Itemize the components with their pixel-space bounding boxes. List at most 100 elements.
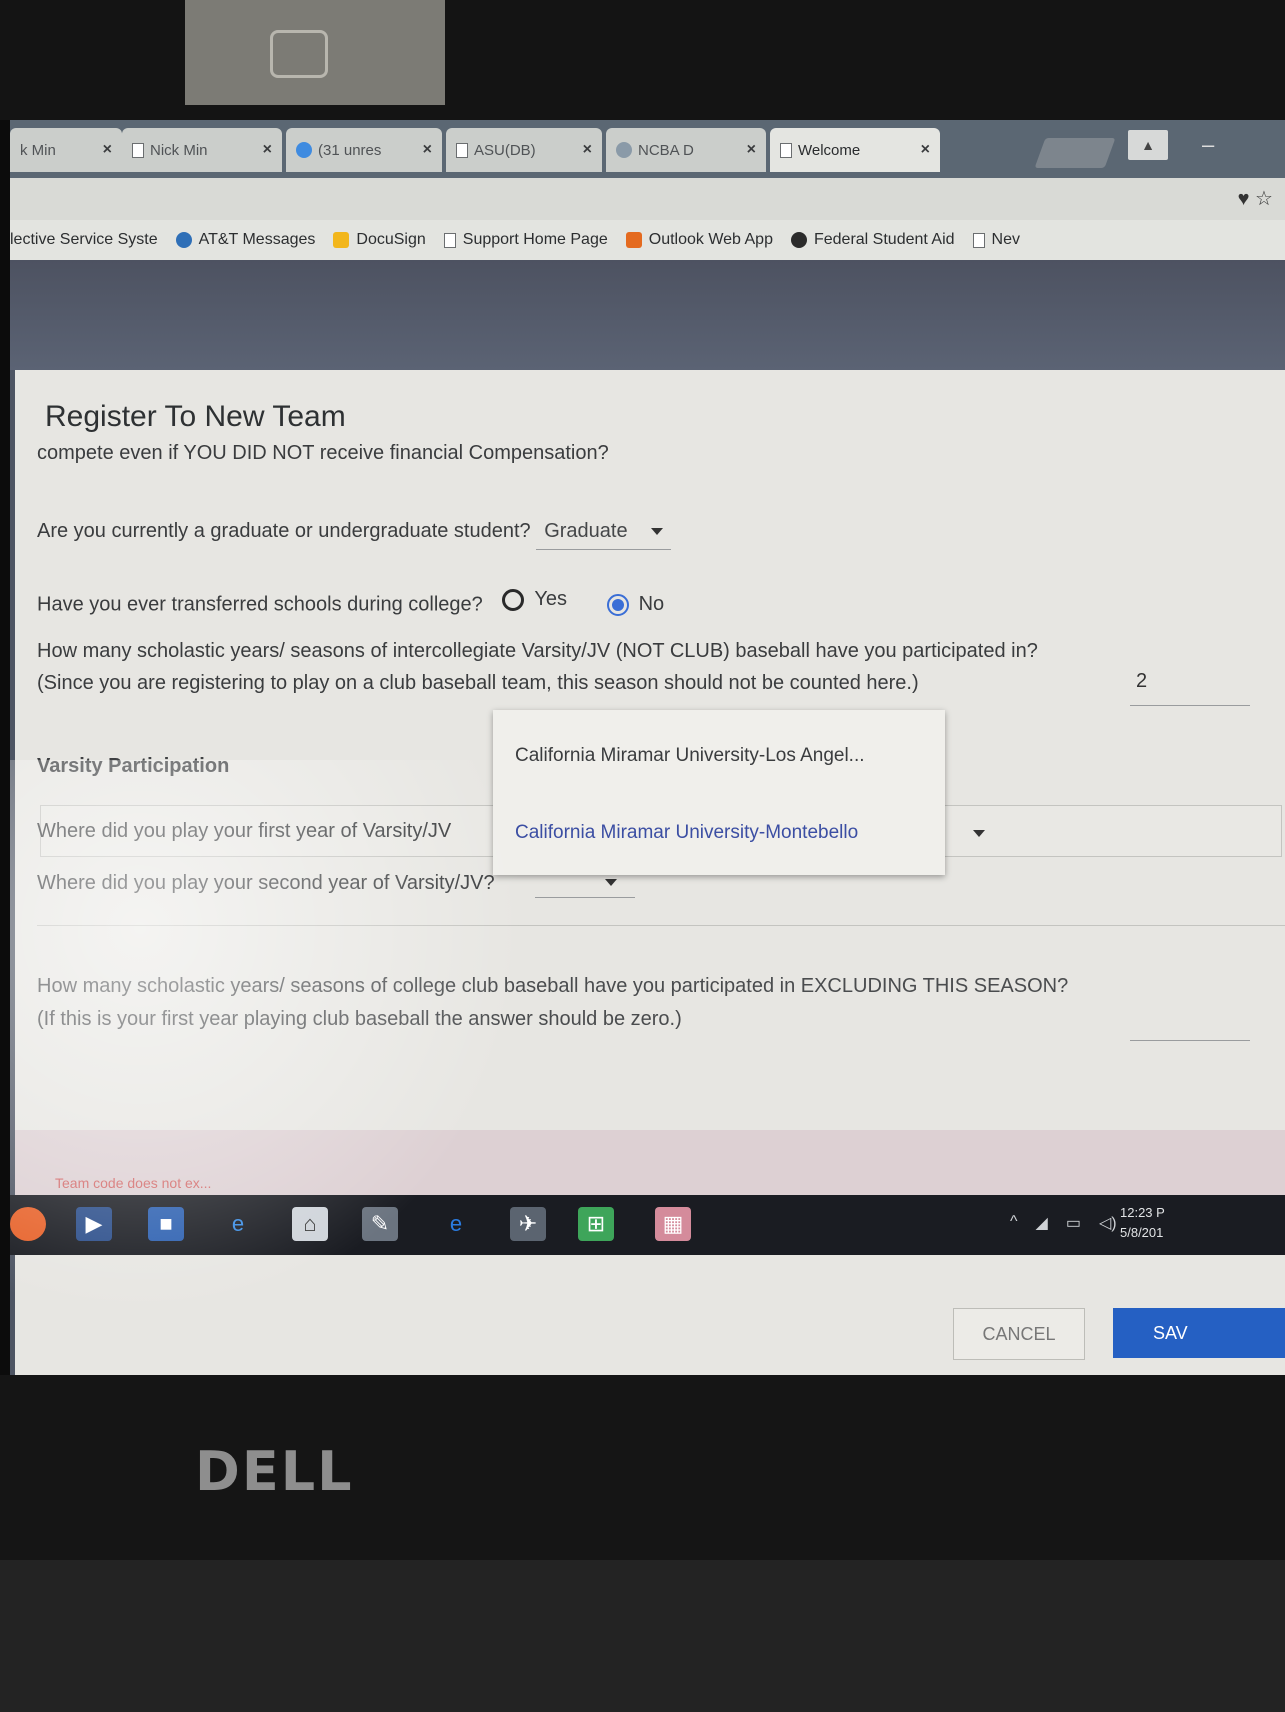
image-app-icon[interactable]: ▦	[655, 1207, 691, 1241]
section-varsity-participation: Varsity Participation	[37, 755, 230, 777]
bookmark-label: DocuSign	[356, 231, 426, 248]
edge-icon[interactable]: e	[438, 1207, 474, 1241]
facebook-icon	[296, 142, 312, 158]
close-icon[interactable]: ×	[263, 141, 272, 159]
bookmark-label: Support Home Page	[462, 231, 608, 248]
club-years-input[interactable]	[1130, 1010, 1250, 1041]
bookmark-selective-service[interactable]: lective Service Syste	[10, 231, 158, 249]
docusign-icon	[333, 232, 350, 248]
question-club-years: How many scholastic years/ seasons of co…	[37, 975, 1069, 997]
battery-icon[interactable]: ▭	[1066, 1213, 1081, 1233]
question-label: Have you ever transferred schools during…	[37, 593, 483, 616]
system-tray[interactable]: ^ ◢ ▭ ◁)	[1010, 1213, 1117, 1233]
tab-label: ASU(DB)	[474, 141, 536, 159]
tab-welcome[interactable]: Welcome ×	[770, 128, 940, 172]
close-icon[interactable]: ×	[423, 141, 432, 159]
tab-label: k Min	[20, 141, 56, 159]
bookmark-federal-aid[interactable]: Federal Student Aid	[790, 231, 955, 249]
chrome-icon[interactable]	[10, 1207, 46, 1241]
volume-icon[interactable]: ◁)	[1099, 1213, 1117, 1233]
student-level-select[interactable]: Graduate	[536, 520, 672, 550]
tab-label: (31 unres	[318, 141, 382, 159]
bookmark-support[interactable]: Support Home Page	[443, 231, 608, 249]
tab-strip: k Min × Nick Min × (31 unres × ASU(DB) ×…	[10, 120, 1285, 178]
bookmark-label: Nev	[991, 231, 1020, 248]
tab-1[interactable]: k Min ×	[10, 128, 122, 172]
page-header	[10, 260, 1285, 370]
question-club-note: (If this is your first year playing club…	[37, 1008, 682, 1030]
radio-unchecked-icon	[502, 588, 525, 611]
page-icon	[456, 142, 468, 158]
bookmarks-bar: lective Service Syste AT&T Messages Docu…	[10, 220, 1285, 260]
internet-explorer-icon[interactable]: e	[220, 1207, 256, 1241]
dropdown-option-los-angeles[interactable]: California Miramar University-Los Angel.…	[515, 745, 865, 767]
question-varsity-note: (Since you are registering to play on a …	[37, 672, 919, 694]
taskbar-clock[interactable]: 12:23 P 5/8/201	[1120, 1203, 1165, 1243]
question-varsity-years: How many scholastic years/ seasons of in…	[37, 640, 1038, 662]
bookmark-new[interactable]: Nev	[972, 231, 1020, 249]
tab-label: Welcome	[798, 141, 861, 159]
clock-time: 12:23 P	[1120, 1205, 1165, 1220]
laptop-base	[0, 1560, 1285, 1712]
dell-logo: DELL	[195, 1440, 354, 1503]
page-icon	[972, 232, 985, 248]
window-icon[interactable]: ■	[148, 1207, 184, 1241]
school-dropdown-menu: California Miramar University-Los Angel.…	[493, 710, 945, 875]
bookmark-star-icon[interactable]: ♥ ☆	[1238, 186, 1273, 211]
store-icon[interactable]: ⌂	[292, 1207, 328, 1241]
radio-checked-icon	[606, 593, 629, 616]
network-icon[interactable]: ◢	[1036, 1213, 1048, 1233]
dialog-title: Register To New Team	[45, 400, 346, 433]
profile-icon[interactable]: ▲	[1128, 130, 1168, 160]
tab-3[interactable]: (31 unres ×	[286, 128, 442, 172]
bookmark-att[interactable]: AT&T Messages	[175, 231, 316, 249]
close-icon[interactable]: ×	[747, 141, 756, 159]
radio-label: Yes	[534, 588, 568, 610]
error-message: Team code does not ex...	[55, 1175, 212, 1191]
tab-5[interactable]: NCBA D ×	[606, 128, 766, 172]
chevron-down-icon	[651, 528, 664, 536]
media-icon[interactable]: ▶	[76, 1207, 112, 1241]
chevron-down-icon	[973, 830, 985, 838]
screen: k Min × Nick Min × (31 unres × ASU(DB) ×…	[10, 120, 1285, 1375]
bookmark-label: AT&T Messages	[198, 231, 316, 248]
radio-label: No	[638, 593, 665, 615]
excel-icon[interactable]: ⊞	[578, 1207, 614, 1241]
browser-toolbar: ♥ ☆	[10, 178, 1285, 220]
tab-2[interactable]: Nick Min ×	[122, 128, 282, 172]
chevron-down-icon	[605, 879, 617, 886]
question-transfer: Have you ever transferred schools during…	[37, 588, 664, 617]
divider	[37, 925, 1285, 926]
radio-transfer-yes[interactable]: Yes	[502, 588, 567, 611]
radio-transfer-no[interactable]: No	[606, 593, 665, 616]
bookmark-outlook[interactable]: Outlook Web App	[625, 231, 773, 249]
app-icon[interactable]: ✈	[510, 1207, 546, 1241]
question-student-level: Are you currently a graduate or undergra…	[37, 520, 672, 550]
close-icon[interactable]: ×	[583, 141, 592, 159]
close-icon[interactable]: ×	[921, 141, 930, 159]
cancel-button[interactable]: CANCEL	[953, 1308, 1085, 1360]
close-icon[interactable]: ×	[103, 141, 112, 159]
dropdown-option-montebello[interactable]: California Miramar University-Montebello	[515, 822, 858, 844]
webcam	[270, 30, 328, 78]
tools-icon[interactable]: ✎	[362, 1207, 398, 1241]
question-label: Are you currently a graduate or undergra…	[37, 520, 531, 542]
first-year-dropdown-caret[interactable]	[955, 822, 985, 845]
question-second-year: Where did you play your second year of V…	[37, 872, 495, 894]
windows-taskbar: ▶ ■ e ⌂ ✎ e ✈ ⊞ ▦ ^ ◢ ▭ ◁) 12:23 P 5/8/2…	[10, 1195, 1285, 1255]
bookmark-docusign[interactable]: DocuSign	[333, 231, 426, 249]
save-button[interactable]: SAV	[1113, 1308, 1285, 1358]
tab-label: Nick Min	[150, 141, 208, 159]
bookmark-label: Federal Student Aid	[813, 231, 955, 248]
clock-date: 5/8/201	[1120, 1225, 1164, 1240]
question-compensation: compete even if YOU DID NOT receive fina…	[37, 442, 609, 464]
student-level-value: Graduate	[544, 520, 628, 542]
new-tab-button[interactable]	[1034, 138, 1116, 168]
chevron-up-icon[interactable]: ^	[1010, 1213, 1018, 1233]
minimize-icon[interactable]: –	[1202, 132, 1214, 158]
bookmark-label: Outlook Web App	[648, 231, 773, 248]
tab-4[interactable]: ASU(DB) ×	[446, 128, 602, 172]
page-icon	[443, 232, 456, 248]
varsity-years-input[interactable]: 2	[1130, 670, 1250, 706]
federal-aid-icon	[790, 232, 807, 248]
